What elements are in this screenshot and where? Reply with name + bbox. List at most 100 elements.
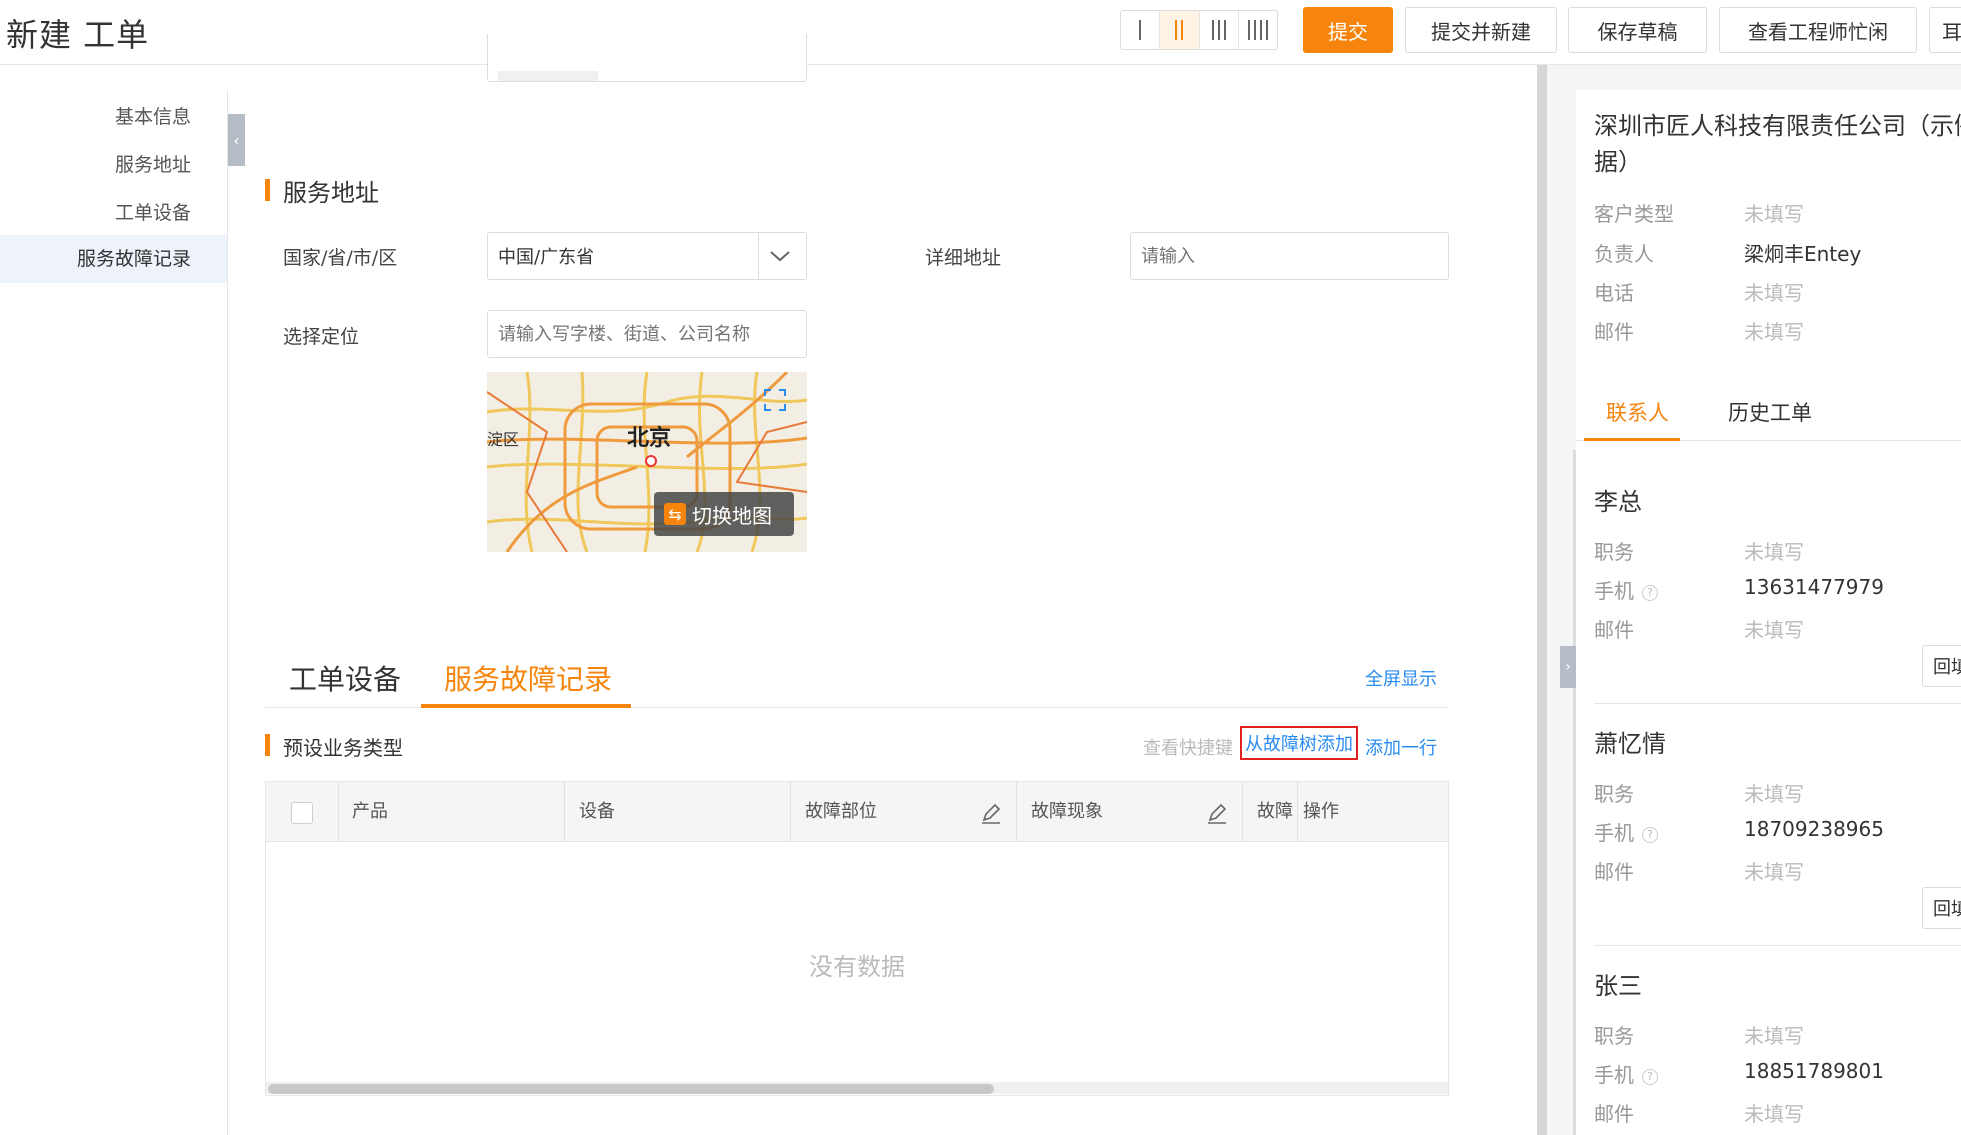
nav-item-service-fault-record[interactable]: 服务故障记录	[0, 235, 227, 283]
customer-company-name: 深圳市匠人科技有限责任公司（示例数据）	[1594, 112, 1961, 176]
contact-title-label: 职务	[1594, 782, 1634, 806]
location-search-input[interactable]	[487, 310, 807, 358]
contact-mobile-label: 手机?	[1594, 575, 1658, 604]
submit-button[interactable]: 提交	[1303, 7, 1393, 53]
tab-contacts[interactable]: 联系人	[1606, 397, 1669, 427]
edit-icon[interactable]	[1206, 802, 1228, 829]
chevron-down-icon	[770, 251, 790, 262]
four-column-icon	[1247, 20, 1268, 40]
add-from-fault-tree-link[interactable]: 从故障树添加	[1240, 726, 1358, 760]
column-header-actions: 操作	[1303, 801, 1339, 822]
map-city-label: 北京	[627, 426, 672, 451]
previous-field-tag	[498, 70, 598, 81]
save-draft-button[interactable]: 保存草稿	[1568, 7, 1707, 53]
one-column-icon	[1139, 20, 1142, 40]
column-header-product: 产品	[352, 801, 388, 822]
customer-type-value: 未填写	[1744, 202, 1804, 226]
active-tab-indicator	[1584, 438, 1680, 441]
nav-collapse-handle[interactable]: ‹	[228, 114, 245, 166]
section-nav: 基本信息 服务地址 工单设备 服务故障记录	[0, 90, 228, 1135]
contact-mobile-label: 手机?	[1594, 817, 1658, 846]
swap-icon: ⇆	[664, 503, 686, 525]
customer-panel: 深圳市匠人科技有限责任公司（示例数据） 客户类型 未填写 负责人 梁炯丰Ente…	[1576, 90, 1961, 1135]
help-icon[interactable]: ?	[1642, 826, 1658, 843]
main-scrollbar[interactable]	[1537, 65, 1547, 1135]
tab-work-order-equipment[interactable]: 工单设备	[289, 658, 401, 698]
detail-address-input[interactable]	[1130, 232, 1449, 280]
more-button[interactable]: 耳	[1929, 7, 1961, 53]
phone-value: 未填写	[1744, 281, 1804, 305]
tab-history-orders[interactable]: 历史工单	[1728, 397, 1812, 427]
submit-and-new-button[interactable]: 提交并新建	[1405, 7, 1557, 53]
section-marker	[265, 179, 270, 201]
owner-value: 梁炯丰Entey	[1744, 242, 1862, 266]
backfill-button[interactable]: 回填	[1922, 887, 1961, 929]
preset-business-type-title: 预设业务类型	[283, 736, 403, 760]
column-separator	[1297, 782, 1298, 842]
nav-item-service-address[interactable]: 服务地址	[115, 150, 191, 177]
previous-field-input[interactable]	[487, 34, 807, 82]
view-shortcuts-link[interactable]: 查看快捷键	[1143, 734, 1233, 760]
column-separator	[790, 782, 791, 842]
contact-title-value: 未填写	[1744, 782, 1804, 806]
nav-item-basic-info[interactable]: 基本信息	[115, 102, 191, 129]
contact-mobile-value: 13631477979	[1744, 575, 1884, 599]
tab-service-fault-record[interactable]: 服务故障记录	[444, 658, 612, 698]
help-icon[interactable]: ?	[1642, 584, 1658, 601]
contact-email-value: 未填写	[1744, 1102, 1804, 1126]
three-column-icon	[1211, 20, 1226, 40]
layout-four-column-button[interactable]	[1239, 11, 1277, 49]
switch-map-button[interactable]: ⇆ 切换地图	[654, 492, 794, 536]
chevron-left-icon: ‹	[233, 130, 240, 150]
select-divider	[758, 232, 759, 280]
map-district-label: 淀区	[487, 430, 520, 449]
email-value: 未填写	[1744, 320, 1804, 344]
two-column-icon	[1175, 20, 1184, 40]
contact-divider	[1594, 945, 1961, 946]
fullscreen-link[interactable]: 全屏显示	[1365, 665, 1437, 691]
contact-email-label: 邮件	[1594, 618, 1634, 642]
column-separator	[338, 782, 339, 842]
region-select[interactable]: 中国/广东省	[487, 232, 807, 280]
edit-icon[interactable]	[980, 802, 1002, 829]
column-header-fault: 故障	[1257, 801, 1293, 822]
layout-two-column-button[interactable]	[1160, 11, 1200, 49]
select-all-checkbox[interactable]	[291, 802, 313, 824]
page-title: 新建 工单	[6, 16, 150, 54]
horizontal-scrollbar-thumb[interactable]	[268, 1084, 994, 1094]
phone-label: 电话	[1594, 281, 1634, 305]
contact-mobile-label: 手机?	[1594, 1059, 1658, 1088]
nav-item-work-order-equipment[interactable]: 工单设备	[115, 198, 191, 225]
contact-title-value: 未填写	[1744, 1024, 1804, 1048]
email-label: 邮件	[1594, 320, 1634, 344]
contact-title-label: 职务	[1594, 1024, 1634, 1048]
detail-address-label: 详细地址	[925, 247, 1002, 269]
active-tab-indicator	[421, 704, 631, 708]
contact-title-value: 未填写	[1744, 540, 1804, 564]
layout-switch	[1120, 10, 1278, 50]
chevron-right-icon: ›	[1565, 659, 1571, 675]
header-bar: 新建 工单 提交 提交并新建 保存草稿 查看工程师忙闲 耳	[0, 0, 1961, 65]
location-label: 选择定位	[283, 326, 360, 348]
service-address-title: 服务地址	[283, 179, 379, 207]
add-row-link[interactable]: 添加一行	[1365, 734, 1437, 760]
contact-name: 萧忆情	[1594, 730, 1666, 758]
column-header-fault-location: 故障部位	[805, 801, 877, 822]
layout-one-column-button[interactable]	[1121, 11, 1161, 49]
map-view[interactable]: 淀区 北京 ⇆ 切换地图	[487, 372, 807, 552]
layout-three-column-button[interactable]	[1200, 11, 1239, 49]
expand-icon[interactable]	[763, 388, 787, 412]
help-icon[interactable]: ?	[1642, 1068, 1658, 1085]
column-separator	[1242, 782, 1243, 842]
backfill-button[interactable]: 回填	[1922, 645, 1961, 687]
contact-mobile-value: 18851789801	[1744, 1059, 1884, 1083]
empty-state-text: 没有数据	[809, 953, 905, 981]
column-header-equipment: 设备	[579, 801, 615, 822]
check-engineer-availability-button[interactable]: 查看工程师忙闲	[1719, 7, 1917, 53]
contact-title-label: 职务	[1594, 540, 1634, 564]
map-location-marker-icon	[645, 455, 657, 467]
contact-email-label: 邮件	[1594, 1102, 1634, 1126]
table-header: 产品 设备 故障部位 故障现象 故障 操作	[266, 782, 1448, 842]
right-panel-collapse-handle[interactable]: ›	[1560, 646, 1576, 688]
column-separator	[564, 782, 565, 842]
